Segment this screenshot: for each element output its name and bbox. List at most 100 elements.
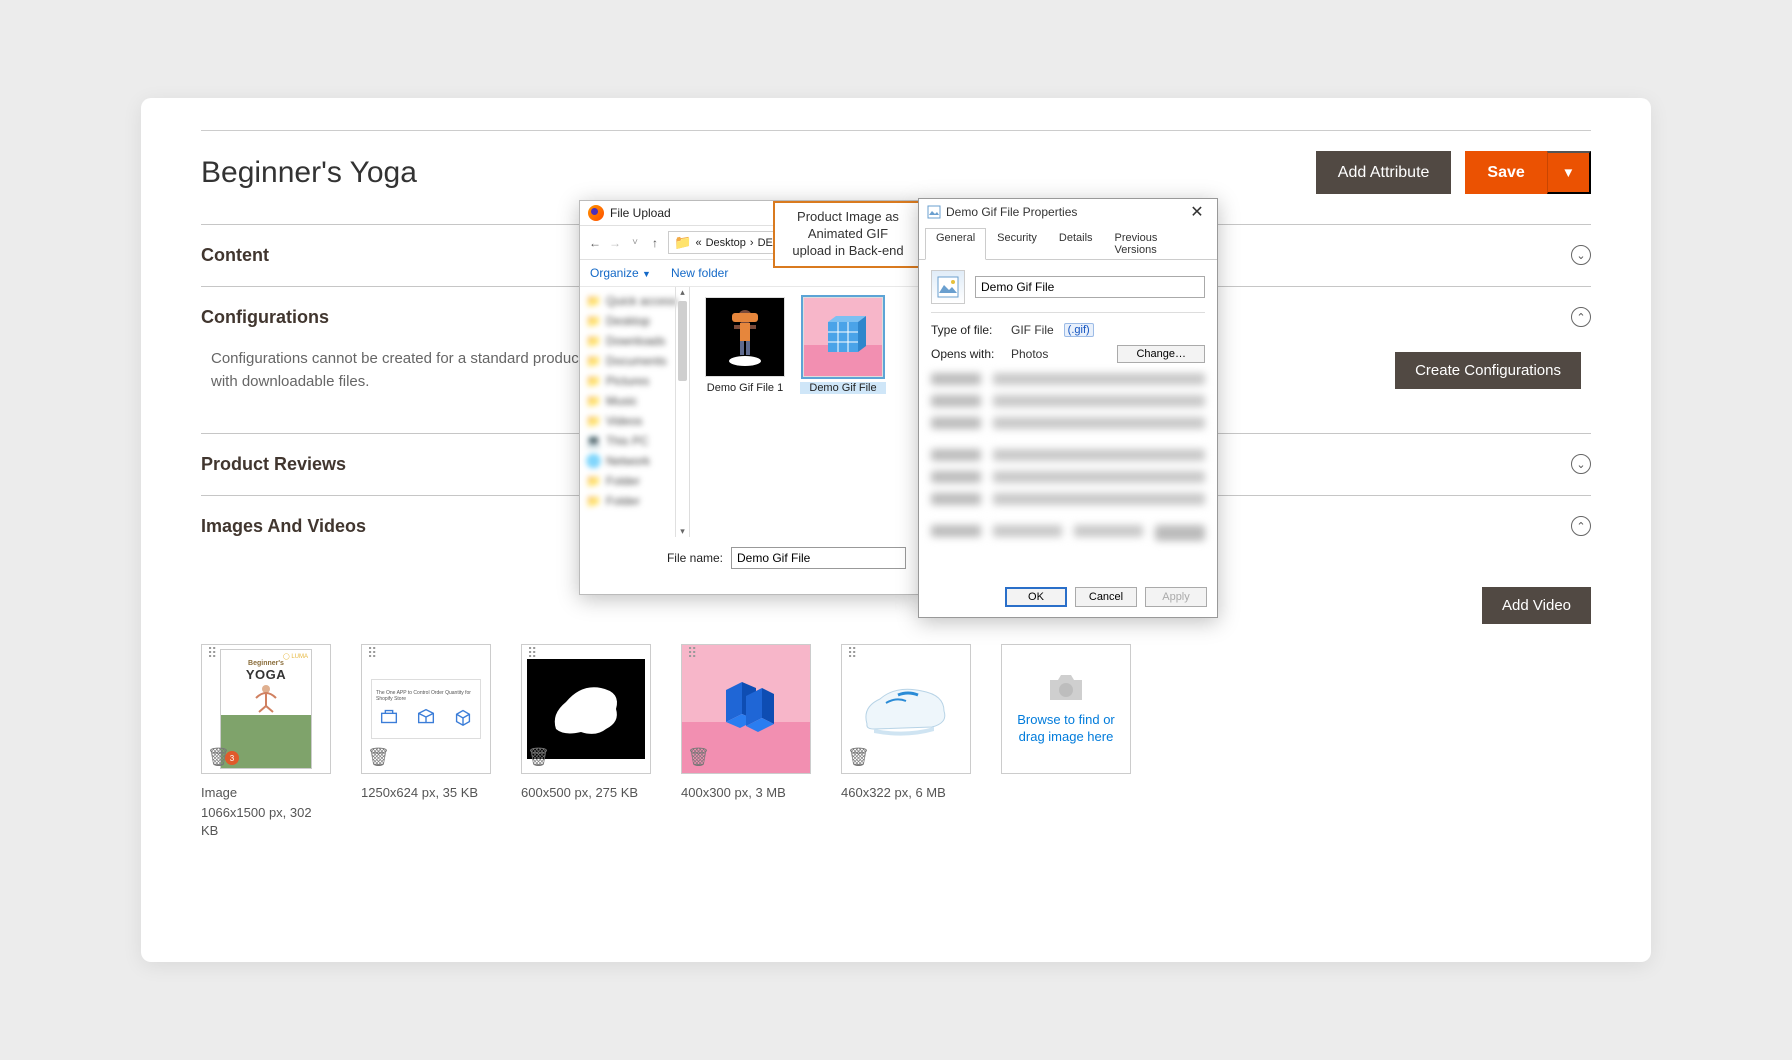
thumbnail-figure-icon (241, 682, 291, 718)
dialog-title: Demo Gif File Properties (946, 205, 1077, 219)
file-list: Demo Gif File 1 Demo Gif File (690, 287, 918, 537)
trash-icon[interactable]: 🗑 (207, 747, 230, 768)
trash-icon[interactable]: 🗑 (527, 747, 550, 768)
path-segment[interactable]: Desktop (706, 237, 746, 249)
firefox-icon (588, 205, 604, 221)
image-thumbnail[interactable]: ⠿ (681, 644, 811, 774)
thumbnail-caption: 1250x624 px, 35 KB (361, 784, 491, 802)
configurations-message: Configurations cannot be created for a s… (211, 348, 591, 393)
file-type-icon (931, 270, 965, 304)
thumbnail-role: Image (201, 784, 331, 802)
thumbnail-preview: ◯ LUMA Beginner's YOGA 3 (220, 649, 312, 769)
image-thumbnail[interactable]: ⠿ The One APP to Control Order Quantity … (361, 644, 491, 774)
type-extension: (.gif) (1064, 323, 1094, 337)
back-icon[interactable]: ← (588, 236, 602, 250)
thumbnail-caption: 600x500 px, 275 KB (521, 784, 651, 802)
page-title: Beginner's Yoga (201, 156, 417, 190)
trash-icon[interactable]: 🗑 (847, 747, 870, 768)
chevron-up-icon[interactable]: ⌃ (1571, 307, 1591, 327)
file-label: Demo Gif File 1 (702, 382, 788, 394)
page-header: Beginner's Yoga Add Attribute Save ▼ (201, 151, 1591, 194)
tab-security[interactable]: Security (986, 228, 1048, 260)
drag-handle-icon[interactable]: ⠿ (847, 650, 857, 657)
up-icon[interactable]: ↑ (648, 236, 662, 250)
image-thumbnail[interactable]: ⠿ 🗑 (521, 644, 651, 774)
file-item[interactable]: Demo Gif File 1 (702, 297, 788, 394)
folder-icon: 📁 (674, 234, 691, 251)
save-button[interactable]: Save (1465, 151, 1546, 194)
filename-input[interactable] (731, 547, 906, 569)
cancel-button[interactable]: Cancel (1075, 587, 1137, 607)
chevron-up-icon[interactable]: ⌃ (1571, 516, 1591, 536)
path-segment[interactable]: DE (758, 237, 773, 249)
header-actions: Add Attribute Save ▼ (1316, 151, 1591, 194)
scroll-thumb[interactable] (678, 301, 687, 381)
caret-down-icon: ▼ (642, 269, 651, 279)
file-properties-dialog: Demo Gif File Properties ✕ General Secur… (918, 198, 1218, 618)
image-thumbnail[interactable]: ⠿ 🗑 (841, 644, 971, 774)
admin-panel: Beginner's Yoga Add Attribute Save ▼ Con… (141, 98, 1651, 962)
scrollbar[interactable]: ▴ ▾ (675, 287, 689, 537)
image-file-icon (927, 205, 941, 219)
address-bar[interactable]: 📁 « Desktop › DE (668, 231, 779, 254)
annotation-callout: Product Image as Animated GIF upload in … (773, 201, 923, 268)
filename-row: File name: (580, 537, 918, 579)
new-folder-button[interactable]: New folder (671, 266, 728, 280)
tab-details[interactable]: Details (1048, 228, 1104, 260)
change-button[interactable]: Change… (1117, 345, 1205, 363)
tab-previous-versions[interactable]: Previous Versions (1104, 228, 1211, 260)
caret-down-icon: ▼ (1562, 165, 1575, 180)
thumbnail-preview (852, 669, 960, 749)
recent-dropdown-icon[interactable]: ˅ (628, 237, 642, 248)
opens-with-label: Opens with: (931, 347, 1001, 361)
file-label: Demo Gif File (800, 382, 886, 394)
chevron-down-icon[interactable]: ⌄ (1571, 245, 1591, 265)
trash-icon[interactable]: 🗑 (367, 747, 390, 768)
add-video-button[interactable]: Add Video (1482, 587, 1591, 624)
ok-button[interactable]: OK (1005, 587, 1067, 607)
file-item[interactable]: Demo Gif File (800, 297, 886, 394)
thumbnail-caption: 400x300 px, 3 MB (681, 784, 811, 802)
properties-body: Type of file: GIF File (.gif) Opens with… (919, 260, 1217, 543)
save-dropdown-button[interactable]: ▼ (1547, 151, 1591, 194)
camera-icon (1046, 672, 1086, 704)
close-button[interactable]: ✕ (1185, 202, 1209, 222)
organize-menu[interactable]: Organize ▼ (590, 266, 651, 280)
drag-handle-icon[interactable]: ⠿ (367, 650, 377, 657)
path-chevron-icon: › (750, 237, 754, 249)
opens-with-value: Photos (1011, 347, 1048, 361)
path-chevron-icon: « (695, 237, 701, 249)
upload-dropzone[interactable]: Browse to find or drag image here (1001, 644, 1131, 774)
drag-handle-icon[interactable]: ⠿ (207, 650, 217, 657)
callout-line: Product Image as (783, 209, 913, 226)
scroll-up-icon[interactable]: ▴ (678, 287, 687, 298)
tab-general[interactable]: General (925, 228, 986, 260)
thumbnail-caption: 1066x1500 px, 302 KB (201, 804, 331, 840)
chevron-down-icon[interactable]: ⌄ (1571, 454, 1591, 474)
forward-icon[interactable]: → (608, 236, 622, 250)
create-configurations-button[interactable]: Create Configurations (1395, 352, 1581, 389)
dialog-titlebar[interactable]: Demo Gif File Properties ✕ (919, 199, 1217, 225)
image-thumbnails: ⠿ ◯ LUMA Beginner's YOGA 3 🗑 (201, 644, 1591, 841)
drag-handle-icon[interactable]: ⠿ (527, 650, 537, 657)
callout-line: upload in Back-end (783, 243, 913, 260)
dialog-footer: OK Cancel Apply (1005, 587, 1207, 607)
drag-handle-icon[interactable]: ⠿ (687, 650, 697, 657)
dialog-sidebar[interactable]: 📁Quick access 📁Desktop 📁Downloads 📁Docum… (580, 287, 690, 537)
save-split-button: Save ▼ (1465, 151, 1591, 194)
thumbnail-preview: The One APP to Control Order Quantity fo… (371, 679, 481, 739)
tab-strip: General Security Details Previous Versio… (919, 227, 1217, 260)
divider (201, 130, 1591, 131)
filename-input[interactable] (975, 276, 1205, 298)
trash-icon[interactable]: 🗑 (687, 747, 710, 768)
thumbnail-caption: 460x322 px, 6 MB (841, 784, 971, 802)
filename-label: File name: (667, 551, 723, 565)
dialog-title: File Upload (610, 206, 671, 220)
apply-button[interactable]: Apply (1145, 587, 1207, 607)
thumbnail-preview (527, 659, 645, 759)
scroll-down-icon[interactable]: ▾ (678, 526, 687, 537)
callout-line: Animated GIF (783, 226, 913, 243)
add-attribute-button[interactable]: Add Attribute (1316, 151, 1452, 194)
image-thumbnail[interactable]: ⠿ ◯ LUMA Beginner's YOGA 3 🗑 (201, 644, 331, 774)
blurred-properties (931, 373, 1205, 533)
